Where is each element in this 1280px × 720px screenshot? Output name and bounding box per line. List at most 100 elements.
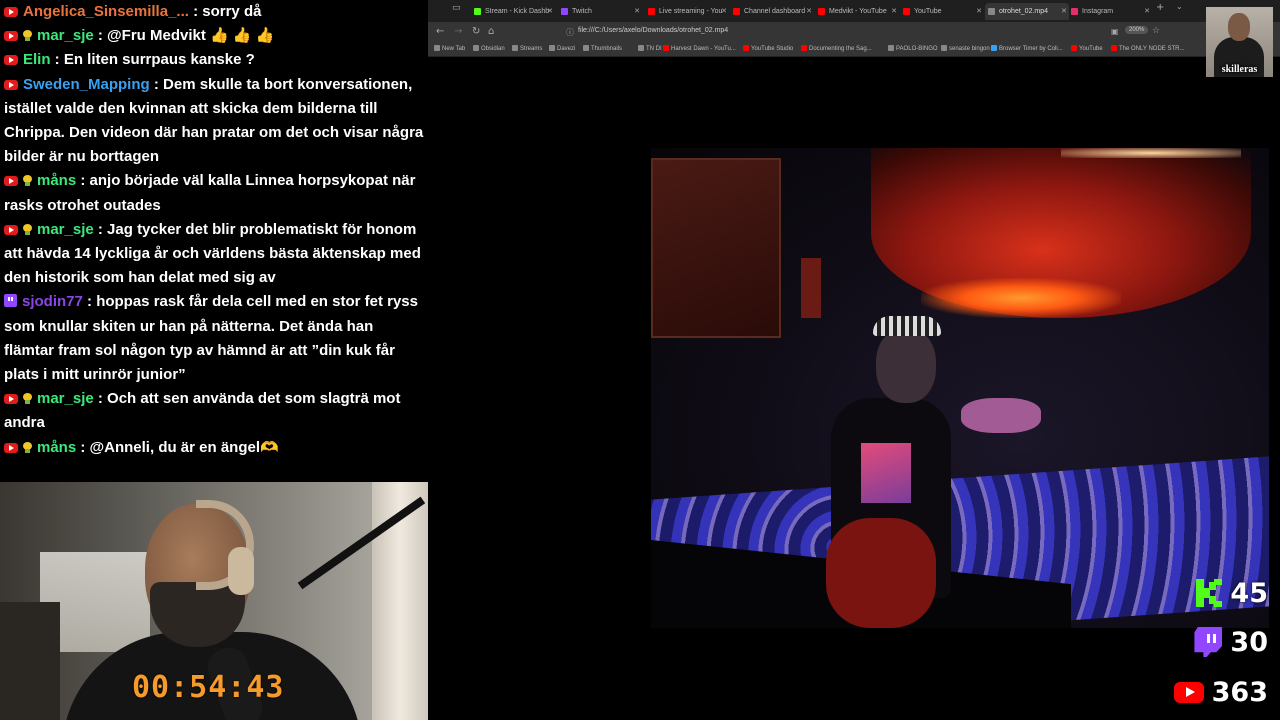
- address-bar: ← → ↻ ⌂ ⓘ file:///C:/Users/axelo/Downloa…: [428, 22, 1280, 43]
- kick-viewers: 45: [1230, 577, 1268, 609]
- tab-favicon-icon: [818, 8, 825, 15]
- bookmark-item[interactable]: TN DI: [638, 45, 662, 52]
- chat-username[interactable]: Sweden_Mapping: [23, 76, 150, 93]
- browser-tab[interactable]: YouTube ✕: [900, 3, 984, 20]
- bookmark-favicon-icon: [743, 45, 749, 51]
- twitch-viewers: 30: [1230, 626, 1268, 658]
- tab-favicon-icon: [733, 8, 740, 15]
- bookmark-item[interactable]: New Tab: [434, 45, 465, 52]
- tab-close-icon[interactable]: ✕: [634, 3, 640, 20]
- tab-close-icon[interactable]: ✕: [547, 3, 553, 20]
- zoom-indicator[interactable]: 200%: [1125, 26, 1149, 34]
- forward-icon[interactable]: →: [454, 26, 462, 37]
- tab-label: Channel dashboard: [744, 8, 806, 15]
- pillow: [961, 398, 1041, 433]
- bookmark-favicon-icon: [583, 45, 589, 51]
- video-person-face: [876, 328, 936, 403]
- lightbulb-badge-icon: [23, 223, 32, 235]
- twitch-badge-icon: [4, 294, 17, 308]
- guest-name: skilleras: [1221, 64, 1258, 75]
- chat-username[interactable]: mar_sje: [37, 27, 94, 44]
- bookmark-star-icon[interactable]: ☆: [1152, 26, 1160, 36]
- bookmark-label: TN DI: [646, 46, 662, 52]
- chat-username[interactable]: Angelica_Sinsemilla_...: [23, 3, 189, 20]
- bookmark-label: Harvest Dawn - YouTu...: [671, 46, 736, 52]
- bandana: [873, 316, 941, 336]
- browser-tab[interactable]: Live streaming - You ✕: [645, 3, 729, 20]
- lightbulb-badge-icon: [23, 393, 32, 405]
- new-tab-icon[interactable]: +: [1156, 2, 1164, 13]
- bookmark-item[interactable]: YouTube: [1071, 45, 1103, 52]
- tab-close-icon[interactable]: ✕: [891, 3, 897, 20]
- bookmark-label: PAOLO-BINGO: [896, 46, 938, 52]
- chat-username[interactable]: måns: [37, 439, 76, 456]
- twitch-icon: [1194, 627, 1223, 657]
- bookmark-label: New Tab: [442, 46, 466, 52]
- youtube-badge-icon: [4, 31, 18, 42]
- bookmark-label: The ONLY NODE STR...: [1119, 46, 1185, 52]
- video-player[interactable]: [651, 148, 1269, 628]
- chat-username[interactable]: sjodin77: [22, 293, 83, 310]
- bookmark-label: YouTube Studio: [751, 46, 794, 52]
- url-field[interactable]: file:///C:/Users/axelo/Downloads/otrohet…: [578, 27, 728, 34]
- cast-icon[interactable]: ▣: [1111, 27, 1119, 36]
- browser-tab[interactable]: Twitch ✕: [558, 3, 642, 20]
- bookmark-item[interactable]: Davezi: [549, 45, 575, 52]
- youtube-badge-icon: [4, 176, 18, 187]
- bookmark-item[interactable]: PAOLO-BINGO: [888, 45, 938, 52]
- bookmark-item[interactable]: Streams: [512, 45, 542, 52]
- guest-webcam: skilleras: [1206, 7, 1273, 77]
- browser-tab[interactable]: Channel dashboard ✕: [730, 3, 814, 20]
- bookmark-item[interactable]: Documenting the Sag...: [801, 45, 872, 52]
- bookmark-item[interactable]: YouTube Studio: [743, 45, 793, 52]
- bookmark-item[interactable]: Obsidian: [473, 45, 505, 52]
- tab-actions-icon[interactable]: ▭: [452, 3, 461, 13]
- tab-label: YouTube: [914, 8, 942, 15]
- bookmark-favicon-icon: [1111, 45, 1117, 51]
- kick-viewer-count: 45: [1196, 576, 1268, 610]
- reload-icon[interactable]: ↻: [472, 26, 480, 37]
- browser-tab[interactable]: otrohet_02.mp4 ✕: [985, 3, 1069, 20]
- tab-list-icon[interactable]: ⌄: [1176, 2, 1183, 11]
- bookmark-favicon-icon: [991, 45, 997, 51]
- chat-username[interactable]: Elin: [23, 51, 51, 68]
- tab-close-icon[interactable]: ✕: [976, 3, 982, 20]
- chat-username[interactable]: måns: [37, 172, 76, 189]
- tab-favicon-icon: [903, 8, 910, 15]
- chat-text: : En liten surrpaus kanske ?: [50, 51, 255, 69]
- bookmark-favicon-icon: [549, 45, 555, 51]
- tab-bar: ▭ Stream - Kick Dashb ✕ Twitch ✕ Live stream…: [428, 0, 1280, 22]
- back-icon[interactable]: ←: [436, 26, 444, 37]
- bookmark-item[interactable]: senaste bingon: [941, 45, 990, 52]
- tab-favicon-icon: [474, 8, 481, 15]
- bookmark-favicon-icon: [941, 45, 947, 51]
- browser-tab[interactable]: Stream - Kick Dashb ✕: [471, 3, 555, 20]
- bookmark-label: senaste bingon: [949, 46, 990, 52]
- tab-close-icon[interactable]: ✕: [1144, 3, 1150, 20]
- youtube-viewers: 363: [1211, 676, 1268, 708]
- tab-label: Twitch: [572, 8, 592, 15]
- webcam-shelf: [0, 602, 60, 720]
- bookmark-item[interactable]: Thumbnails: [583, 45, 622, 52]
- tab-close-icon[interactable]: ✕: [721, 3, 727, 20]
- chat-username[interactable]: mar_sje: [37, 390, 94, 407]
- tab-label: otrohet_02.mp4: [999, 8, 1049, 15]
- bookmark-label: Browser Timer by Coli...: [999, 46, 1063, 52]
- browser-tab[interactable]: Medvikt - YouTube ✕: [815, 3, 899, 20]
- tab-label: Instagram: [1082, 8, 1114, 15]
- bookmark-label: Streams: [520, 46, 543, 52]
- tab-close-icon[interactable]: ✕: [1061, 3, 1067, 20]
- bookmark-item[interactable]: Harvest Dawn - YouTu...: [663, 45, 736, 52]
- chat-username[interactable]: mar_sje: [37, 221, 94, 238]
- browser-tab[interactable]: Instagram ✕: [1068, 3, 1152, 20]
- chat-text: : @Anneli, du är en ängel🫶: [76, 438, 279, 456]
- bookmark-item[interactable]: Browser Timer by Coli...: [991, 45, 1063, 52]
- stream-timer: 00:54:43: [132, 670, 285, 705]
- bookmark-favicon-icon: [638, 45, 644, 51]
- tab-close-icon[interactable]: ✕: [806, 3, 812, 20]
- home-icon[interactable]: ⌂: [488, 26, 494, 37]
- tab-favicon-icon: [561, 8, 568, 15]
- tab-label: Medvikt - YouTube: [829, 8, 887, 15]
- bookmark-item[interactable]: The ONLY NODE STR...: [1111, 45, 1184, 52]
- chat-message: sjodin77 : hoppas rask får dela cell med…: [4, 290, 424, 387]
